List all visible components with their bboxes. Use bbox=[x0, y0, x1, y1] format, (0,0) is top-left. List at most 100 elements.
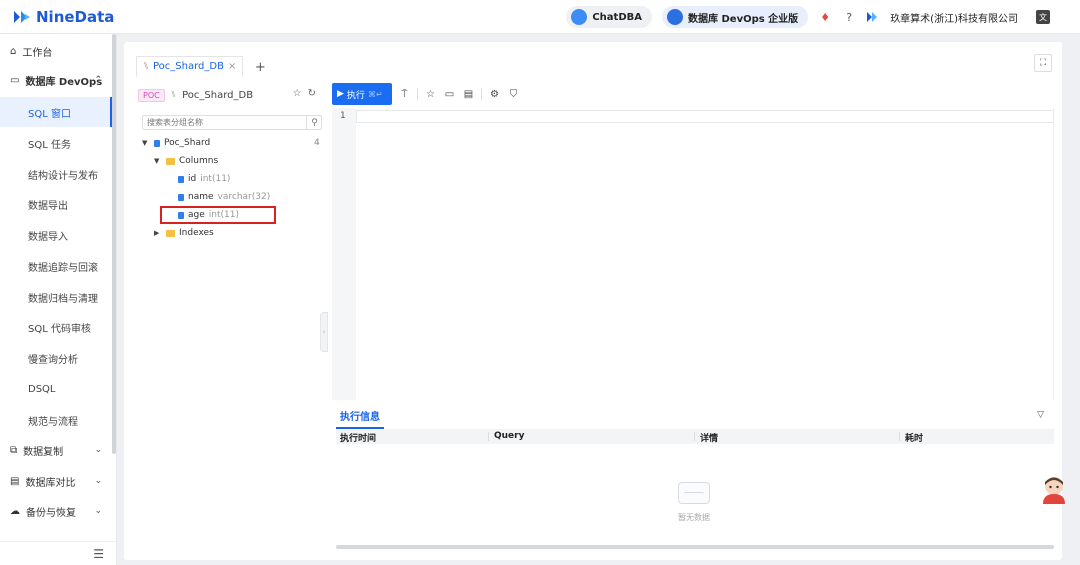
fullscreen-icon[interactable]: ⛶ bbox=[1034, 54, 1052, 72]
nav-label: 数据库 DevOps bbox=[25, 76, 103, 88]
nav-item-data-tracking[interactable]: 数据追踪与回滚 bbox=[0, 251, 112, 281]
nav-item-dsql[interactable]: DSQL bbox=[0, 374, 112, 404]
nav-label: 工作台 bbox=[22, 47, 53, 59]
table-icon bbox=[154, 139, 160, 147]
shield-icon[interactable]: ⛉ bbox=[507, 88, 520, 101]
home-icon: ⌂ bbox=[10, 45, 17, 57]
column-header: Query bbox=[494, 431, 525, 441]
format-icon[interactable]: ⍑ bbox=[398, 88, 411, 101]
search-icon[interactable]: ⚲ bbox=[306, 115, 322, 130]
run-shortcut: ⌘↵ bbox=[367, 89, 383, 99]
edition-label: 数据库 DevOps 企业版 bbox=[688, 13, 799, 25]
star-icon[interactable]: ☆ bbox=[293, 88, 302, 99]
collapse-menu-icon[interactable]: ☰ bbox=[93, 547, 104, 561]
edition-switch-button[interactable]: 数据库 DevOps 企业版 bbox=[662, 6, 809, 28]
open-folder-icon[interactable]: ▭ bbox=[443, 88, 456, 101]
column-divider bbox=[694, 432, 695, 441]
nav-label: 结构设计与发布 bbox=[28, 170, 98, 182]
line-gutter: 1 bbox=[332, 108, 356, 400]
left-nav: ⌂ 工作台 ▭ 数据库 DevOps ⌃ SQL 窗口 SQL 任务 结构设计与… bbox=[0, 34, 117, 565]
nav-scrollbar[interactable] bbox=[112, 34, 116, 454]
db-name[interactable]: Poc_Shard_DB bbox=[182, 90, 253, 101]
tree-table-row[interactable]: ▼ Poc_Shard bbox=[142, 135, 210, 151]
nav-label: 数据复制 bbox=[23, 446, 64, 458]
column-name: id bbox=[188, 174, 197, 184]
horizontal-scrollbar[interactable] bbox=[336, 545, 1054, 549]
nav-label: SQL 任务 bbox=[28, 139, 71, 151]
language-switch-icon[interactable]: 文 bbox=[1036, 10, 1050, 24]
notification-icon[interactable]: ♦ bbox=[818, 10, 832, 24]
chevron-down-icon: ⌄ bbox=[94, 506, 102, 516]
settings-icon[interactable]: ⚙ bbox=[488, 88, 501, 101]
editor-toolbar: ▶ 执行 ⌘↵ ⍑ ☆ ▭ ▤ ⚙ ⛉ bbox=[332, 83, 520, 105]
folder-icon bbox=[166, 229, 175, 237]
close-icon[interactable]: × bbox=[228, 61, 236, 72]
favorite-icon[interactable]: ☆ bbox=[424, 88, 437, 101]
collapse-panel-icon[interactable]: ▽ bbox=[1037, 410, 1044, 420]
table-search-input[interactable] bbox=[142, 115, 322, 130]
nav-item-standards[interactable]: 规范与流程 bbox=[0, 405, 112, 435]
nav-item-sql-window[interactable]: SQL 窗口 bbox=[0, 97, 112, 127]
empty-inbox-icon bbox=[678, 482, 710, 504]
nav-item-data-import[interactable]: 数据导入 bbox=[0, 220, 112, 250]
tab-execution-info[interactable]: 执行信息 bbox=[336, 409, 384, 429]
run-label: 执行 bbox=[346, 90, 365, 101]
help-icon[interactable]: ? bbox=[842, 10, 856, 24]
schema-icon: ⑊ bbox=[170, 90, 177, 100]
nav-label: 数据库对比 bbox=[25, 477, 76, 489]
chatdba-icon bbox=[571, 9, 588, 25]
sql-editor[interactable] bbox=[356, 108, 1054, 400]
tree-header: POC ⑊ Poc_Shard_DB ☆ ↻ bbox=[138, 87, 316, 103]
nav-item-replication[interactable]: ⧉ 数据复制 ⌄ bbox=[0, 435, 112, 465]
tab-poc-shard-db[interactable]: ⑊ Poc_Shard_DB × bbox=[136, 56, 244, 78]
assistant-avatar-icon[interactable] bbox=[1040, 474, 1068, 504]
column-icon bbox=[178, 175, 184, 183]
nav-item-devops[interactable]: ▭ 数据库 DevOps ⌃ bbox=[0, 65, 112, 95]
replicate-icon: ⧉ bbox=[10, 444, 18, 456]
nav-label: 数据归档与清理 bbox=[28, 293, 98, 305]
nav-label: SQL 窗口 bbox=[28, 108, 71, 120]
column-header: 详情 bbox=[700, 434, 719, 444]
column-header: 执行时间 bbox=[340, 434, 377, 444]
result-table-header: 执行时间 Query 详情 耗时 bbox=[336, 429, 1054, 444]
panel-splitter[interactable]: ‹ bbox=[320, 312, 328, 352]
top-right-actions: ChatDBA 数据库 DevOps 企业版 ♦ ? 玖章算术(浙江)科技有限公… bbox=[566, 6, 1050, 28]
caret-down-icon: ▼ bbox=[154, 157, 160, 165]
history-icon[interactable]: ▤ bbox=[462, 88, 475, 101]
nav-item-backup[interactable]: ☁ 备份与恢复 ⌄ bbox=[0, 496, 112, 526]
nav-label: 数据追踪与回滚 bbox=[28, 262, 98, 274]
column-type: int(11) bbox=[200, 174, 231, 184]
tree-column-row[interactable]: id int(11) bbox=[178, 171, 230, 187]
nav-item-slow-query[interactable]: 慢查询分析 bbox=[0, 343, 112, 373]
nav-item-schema-design[interactable]: 结构设计与发布 bbox=[0, 159, 112, 189]
tree-columns-folder[interactable]: ▼ Columns bbox=[154, 153, 218, 169]
nav-label: SQL 代码审核 bbox=[28, 323, 91, 335]
nav-item-db-compare[interactable]: ▤ 数据库对比 ⌄ bbox=[0, 466, 112, 496]
toolbar-divider bbox=[417, 88, 418, 100]
tree-indexes-folder[interactable]: ▶ Indexes bbox=[154, 225, 214, 241]
active-line bbox=[356, 110, 1054, 123]
nav-label: 备份与恢复 bbox=[26, 507, 76, 519]
app-logo[interactable]: NineData bbox=[12, 8, 114, 26]
nav-item-sql-task[interactable]: SQL 任务 bbox=[0, 128, 112, 158]
org-name[interactable]: 玖章算术(浙江)科技有限公司 bbox=[890, 10, 1018, 25]
main-card: ⑊ Poc_Shard_DB × + ⛶ POC ⑊ Poc_Shard_DB … bbox=[124, 42, 1062, 560]
refresh-icon[interactable]: ↻ bbox=[308, 88, 316, 99]
table-name: Poc_Shard bbox=[164, 138, 211, 148]
play-icon: ▶ bbox=[337, 89, 344, 99]
run-button[interactable]: ▶ 执行 ⌘↵ bbox=[332, 83, 392, 105]
tree-column-row[interactable]: name varchar(32) bbox=[178, 189, 270, 205]
nav-item-sql-review[interactable]: SQL 代码审核 bbox=[0, 312, 112, 342]
nav-item-workbench[interactable]: ⌂ 工作台 bbox=[0, 36, 112, 66]
column-divider bbox=[488, 432, 489, 441]
column-type: varchar(32) bbox=[217, 192, 271, 202]
nav-item-data-export[interactable]: 数据导出 bbox=[0, 189, 112, 219]
top-bar: NineData ChatDBA 数据库 DevOps 企业版 ♦ ? 玖章算术… bbox=[0, 0, 1080, 34]
env-badge: POC bbox=[138, 88, 165, 102]
highlight-box bbox=[160, 206, 276, 224]
add-tab-button[interactable]: + bbox=[249, 56, 271, 78]
empty-text: 暂无数据 bbox=[678, 513, 710, 522]
ninedata-logo-icon bbox=[14, 11, 30, 23]
nav-item-data-archive[interactable]: 数据归档与清理 bbox=[0, 282, 112, 312]
chatdba-button[interactable]: ChatDBA bbox=[566, 6, 652, 28]
